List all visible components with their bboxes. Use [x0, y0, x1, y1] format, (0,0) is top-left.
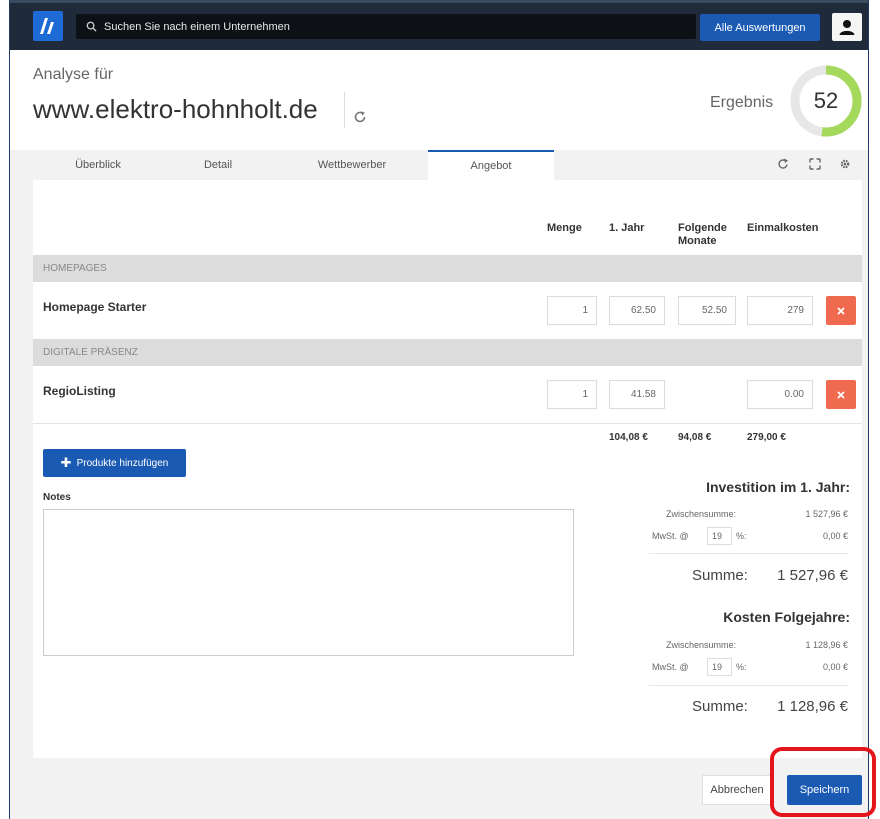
score-value: 52	[813, 88, 839, 113]
offer-panel: Menge 1. Jahr Folgende Monate Einmalkost…	[33, 180, 862, 758]
monthly-price-input[interactable]	[678, 296, 736, 325]
followup-vat-value: 0,00 €	[822, 662, 848, 672]
column-one-time-costs: Einmalkosten	[747, 222, 819, 234]
investment-subtotal-value: 1 527,96 €	[805, 509, 848, 519]
tab-offer[interactable]: Angebot	[428, 150, 554, 180]
investment-vat-rate-input[interactable]	[707, 527, 732, 545]
analyzed-domain: www.elektro-hohnholt.de	[33, 94, 318, 124]
one-time-cost-input[interactable]	[747, 296, 813, 325]
analysis-header: Analyse für www.elektro-hohnholt.de Erge…	[10, 50, 868, 150]
user-icon	[839, 20, 855, 35]
column-first-year: 1. Jahr	[609, 222, 645, 234]
tab-detail[interactable]: Detail	[153, 150, 283, 180]
followup-sum-label: Summe:	[692, 698, 748, 715]
section-homepages: HOMEPAGES	[33, 255, 862, 282]
top-navigation-bar: Alle Auswertungen	[10, 0, 868, 50]
followup-separator	[649, 685, 849, 686]
share-icon[interactable]	[777, 158, 789, 170]
remove-product-button[interactable]	[826, 380, 856, 409]
investment-vat-value: 0,00 €	[822, 531, 848, 541]
top-border	[10, 0, 868, 3]
column-quantity: Menge	[547, 222, 582, 234]
total-one-time-costs: 279,00 €	[747, 432, 786, 443]
quantity-input[interactable]	[547, 380, 597, 409]
investment-vat-suffix: %:	[736, 531, 747, 541]
product-name: RegioListing	[43, 384, 116, 398]
logo-icon[interactable]	[33, 11, 63, 41]
followup-vat-prefix: MwSt. @	[652, 662, 689, 672]
followup-sum-value: 1 128,96 €	[777, 698, 848, 715]
cancel-button[interactable]: Abbrechen	[702, 775, 772, 805]
total-following-months: 94,08 €	[678, 432, 712, 443]
investment-vat-prefix: MwSt. @	[652, 531, 689, 541]
one-time-cost-input[interactable]	[747, 380, 813, 409]
followup-vat-suffix: %:	[736, 662, 747, 672]
column-following-months: Folgende Monate	[678, 222, 727, 247]
score-gauge: 52	[789, 64, 863, 138]
user-menu-button[interactable]	[832, 13, 862, 41]
followup-subtotal-value: 1 128,96 €	[805, 640, 848, 650]
tab-overview[interactable]: Überblick	[33, 150, 163, 180]
gear-icon[interactable]	[839, 158, 851, 170]
followup-title: Kosten Folgejahre:	[723, 609, 850, 625]
investment-separator	[649, 553, 849, 554]
add-products-button[interactable]: ✚ Produkte hinzufügen	[43, 449, 186, 477]
followup-vat-rate-input[interactable]	[707, 658, 732, 676]
all-reports-button[interactable]: Alle Auswertungen	[700, 14, 820, 41]
search-icon	[86, 21, 97, 32]
tab-bar: Überblick Detail Wettbewerber Angebot	[10, 150, 868, 180]
refresh-icon[interactable]	[353, 110, 367, 124]
notes-label: Notes	[43, 492, 71, 503]
remove-product-button[interactable]	[826, 296, 856, 325]
search-bar[interactable]	[76, 14, 696, 39]
header-divider	[344, 92, 345, 128]
close-icon	[837, 306, 845, 315]
plus-icon: ✚	[60, 455, 72, 470]
add-products-label: Produkte hinzufügen	[76, 457, 169, 469]
total-first-year: 104,08 €	[609, 432, 648, 443]
first-year-price-input[interactable]	[609, 380, 665, 409]
app-frame: Alle Auswertungen Analyse für www.elektr…	[9, 0, 869, 819]
investment-sum-value: 1 527,96 €	[777, 567, 848, 584]
analysis-label: Analyse für	[33, 66, 114, 83]
product-name: Homepage Starter	[43, 300, 147, 314]
investment-sum-label: Summe:	[692, 567, 748, 584]
close-icon	[837, 390, 845, 399]
followup-subtotal-label: Zwischensumme:	[666, 640, 737, 650]
investment-subtotal-label: Zwischensumme:	[666, 509, 737, 519]
totals-divider	[33, 423, 862, 424]
notes-textarea[interactable]	[43, 509, 574, 656]
expand-icon[interactable]	[809, 158, 821, 170]
quantity-input[interactable]	[547, 296, 597, 325]
section-digital-presence: DIGITALE PRÄSENZ	[33, 339, 862, 366]
score-label: Ergebnis	[710, 94, 774, 111]
first-year-price-input[interactable]	[609, 296, 665, 325]
tab-competitors[interactable]: Wettbewerber	[287, 150, 417, 180]
save-button[interactable]: Speichern	[787, 775, 862, 805]
investment-title: Investition im 1. Jahr:	[706, 479, 850, 495]
search-input[interactable]	[104, 20, 664, 33]
